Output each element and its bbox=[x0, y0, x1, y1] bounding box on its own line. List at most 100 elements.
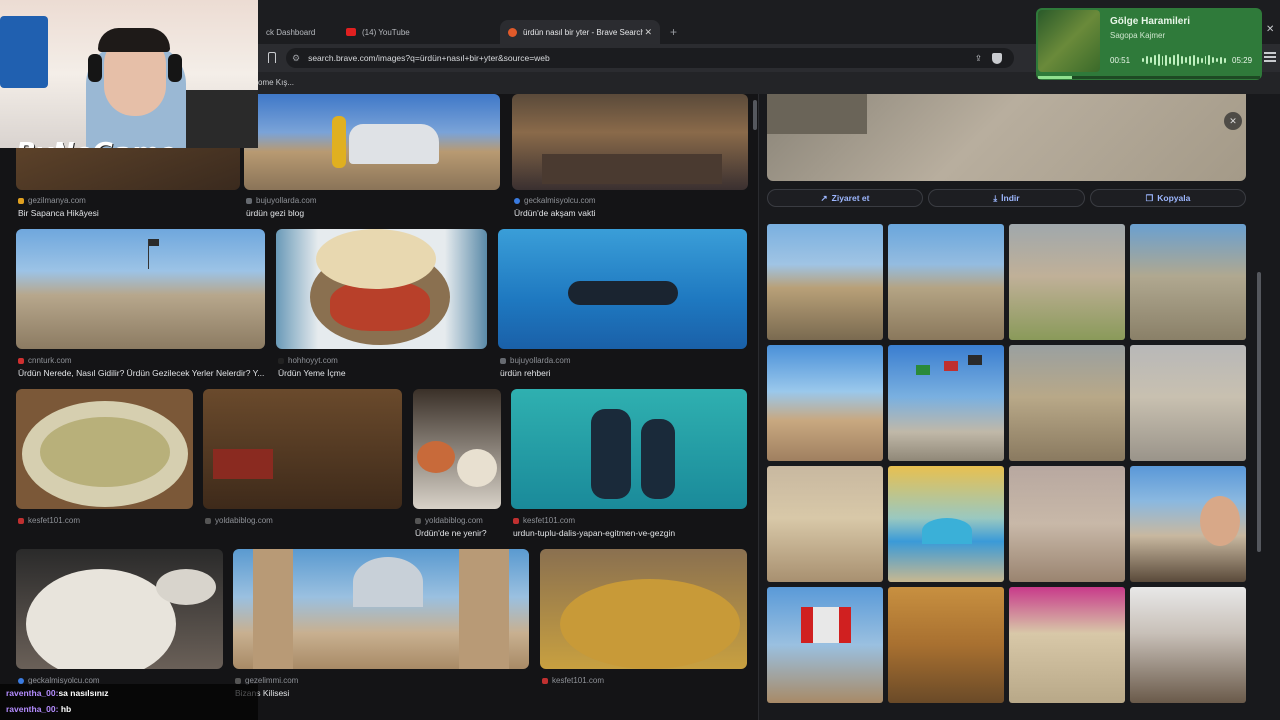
result-image-plate[interactable] bbox=[16, 549, 223, 669]
result-image-3[interactable] bbox=[512, 94, 748, 190]
result-image-food[interactable] bbox=[276, 229, 487, 349]
result-image-2[interactable] bbox=[244, 94, 500, 190]
close-preview-icon[interactable]: ✕ bbox=[1224, 112, 1242, 130]
preview-image[interactable] bbox=[767, 94, 1246, 181]
url-bar[interactable]: ⚙ search.brave.com/images?q=ürdün+nasıl+… bbox=[286, 48, 1014, 68]
favicon-icon bbox=[513, 517, 519, 524]
result-source[interactable]: cnnturk.com bbox=[18, 356, 72, 365]
result-source[interactable]: kesfet101.com bbox=[542, 676, 604, 685]
related-thumb[interactable] bbox=[767, 224, 883, 340]
new-tab-button[interactable]: + bbox=[670, 25, 677, 39]
related-thumb[interactable] bbox=[1009, 345, 1125, 461]
related-thumb[interactable] bbox=[1009, 587, 1125, 703]
menu-icon[interactable] bbox=[1264, 52, 1276, 62]
related-thumb[interactable] bbox=[1130, 345, 1246, 461]
result-image-amman[interactable] bbox=[16, 229, 265, 349]
result-source[interactable]: gezilmanya.com bbox=[18, 196, 86, 205]
track-title: Gölge Haramileri bbox=[1110, 16, 1191, 27]
favicon-icon bbox=[18, 197, 24, 204]
result-source[interactable]: kesfet101.com bbox=[513, 516, 575, 525]
result-image-diving[interactable] bbox=[498, 229, 747, 349]
waveform-bar bbox=[1181, 56, 1183, 64]
brave-shields-icon[interactable] bbox=[992, 52, 1002, 64]
chat-message: raventha_00: hb bbox=[6, 704, 71, 714]
progress-track[interactable] bbox=[1038, 76, 1260, 79]
youtube-icon bbox=[346, 28, 356, 36]
result-image-divers[interactable] bbox=[511, 389, 747, 509]
result-caption[interactable]: Ürdün Nerede, Nasıl Gidilir? Ürdün Gezil… bbox=[18, 368, 266, 378]
copy-button[interactable]: ❐ Kopyala bbox=[1090, 189, 1246, 207]
result-source[interactable]: yoldabiblog.com bbox=[205, 516, 273, 525]
result-caption[interactable]: Ürdün'de ne yenir? bbox=[415, 528, 505, 538]
waveform-bar bbox=[1184, 57, 1187, 63]
favicon-icon bbox=[542, 677, 548, 684]
result-source[interactable]: hohhoyyt.com bbox=[278, 356, 338, 365]
result-caption[interactable]: Bizans Kilisesi bbox=[235, 688, 435, 698]
streamer-hair bbox=[98, 28, 170, 52]
result-image-meze[interactable] bbox=[413, 389, 501, 509]
cooler-image bbox=[0, 16, 48, 88]
waveform-bar bbox=[1212, 57, 1215, 63]
waveform-bar bbox=[1192, 54, 1195, 66]
tab-label: ürdün nasıl bir yter - Brave Search bbox=[523, 27, 643, 37]
result-caption[interactable]: Ürdün'de akşam vakti bbox=[514, 208, 744, 218]
site-settings-icon[interactable]: ⚙ bbox=[292, 53, 300, 64]
result-caption[interactable]: Ürdün Yeme İçme bbox=[278, 368, 486, 378]
related-thumb[interactable] bbox=[767, 345, 883, 461]
result-source[interactable]: bujuyollarda.com bbox=[246, 196, 316, 205]
related-thumb[interactable] bbox=[1009, 466, 1125, 582]
download-button[interactable]: ⤓ İndir bbox=[928, 189, 1085, 207]
result-source[interactable]: bujuyollarda.com bbox=[500, 356, 570, 365]
external-link-icon: ↗ bbox=[820, 192, 828, 203]
result-image-interior[interactable] bbox=[203, 389, 402, 509]
tab-youtube[interactable]: (14) YouTube bbox=[338, 20, 498, 44]
download-icon: ⤓ bbox=[993, 192, 998, 203]
close-tab-icon[interactable]: ✕ bbox=[644, 27, 652, 38]
tab-brave-search[interactable]: ürdün nasıl bir yter - Brave Search ✕ bbox=[500, 20, 660, 44]
waveform-bar bbox=[1173, 55, 1176, 65]
chat-username: raventha_00: bbox=[6, 704, 59, 714]
result-image-mansaf[interactable] bbox=[16, 389, 193, 509]
preview-scrollbar[interactable] bbox=[1257, 272, 1261, 552]
waveform-bar bbox=[1177, 54, 1180, 66]
tab-label: (14) YouTube bbox=[362, 27, 410, 37]
related-thumb[interactable] bbox=[888, 587, 1004, 703]
favicon-icon bbox=[235, 677, 241, 684]
related-thumb[interactable] bbox=[767, 587, 883, 703]
result-image-church[interactable] bbox=[233, 549, 529, 669]
result-caption[interactable]: ürdün gezi blog bbox=[246, 208, 496, 218]
visit-button[interactable]: ↗ Ziyaret et bbox=[767, 189, 923, 207]
related-thumb[interactable] bbox=[1009, 224, 1125, 340]
bynogame-logo: ByNoGame bbox=[16, 138, 206, 148]
result-source[interactable]: kesfet101.com bbox=[18, 516, 80, 525]
result-source[interactable]: yoldabiblog.com bbox=[415, 516, 483, 525]
waveform-bar bbox=[1149, 57, 1152, 63]
related-thumb[interactable] bbox=[888, 466, 1004, 582]
share-icon[interactable]: ⇪ bbox=[975, 53, 982, 64]
related-thumb[interactable] bbox=[767, 466, 883, 582]
related-thumb[interactable] bbox=[1130, 466, 1246, 582]
related-thumb[interactable] bbox=[1130, 587, 1246, 703]
favicon-icon bbox=[18, 357, 24, 364]
tab-dashboard[interactable]: ck Dashboard bbox=[258, 20, 340, 44]
favicon-icon bbox=[415, 517, 421, 524]
result-source[interactable]: geckalmisyolcu.com bbox=[514, 196, 596, 205]
related-thumb[interactable] bbox=[888, 224, 1004, 340]
headphones-icon bbox=[168, 54, 182, 82]
close-widget-icon[interactable]: ✕ bbox=[1266, 24, 1274, 35]
result-caption[interactable]: Bir Sapanca Hikâyesi bbox=[18, 208, 238, 218]
result-caption[interactable]: ürdün rehberi bbox=[500, 368, 746, 378]
result-caption[interactable]: urdun-tuplu-dalis-yapan-egitmen-ve-gezgi… bbox=[513, 528, 745, 538]
webcam-overlay: ByNoGame bbox=[0, 0, 258, 148]
bookmark-item[interactable]: ome Kış... bbox=[258, 78, 294, 87]
related-thumb[interactable] bbox=[888, 345, 1004, 461]
progress-fill bbox=[1038, 76, 1073, 79]
results-scrollbar[interactable] bbox=[753, 100, 757, 130]
related-thumb[interactable] bbox=[1130, 224, 1246, 340]
favicon-icon bbox=[246, 197, 252, 204]
total-time: 05:29 bbox=[1232, 56, 1253, 65]
bookmark-icon[interactable] bbox=[268, 52, 276, 63]
result-image-maqluba[interactable] bbox=[540, 549, 747, 669]
waveform-bar bbox=[1161, 55, 1164, 65]
waveform-bar bbox=[1204, 56, 1207, 64]
